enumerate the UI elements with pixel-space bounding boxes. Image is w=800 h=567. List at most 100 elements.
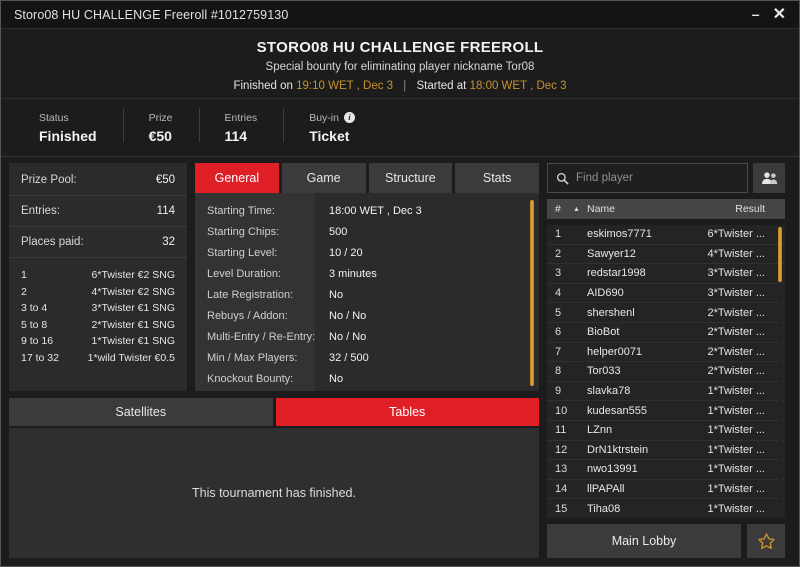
player-rank: 9	[555, 385, 562, 398]
player-name: llPAPAll	[587, 483, 625, 496]
player-rank: 3	[555, 267, 562, 280]
left-column: Prize Pool: €50 Entries: 114 Places paid…	[9, 163, 539, 558]
detail-scrollbar[interactable]	[530, 200, 534, 386]
title-bar: Storo08 HU CHALLENGE Freeroll #101275913…	[1, 1, 799, 29]
tournament-subtitle: Special bounty for eliminating player ni…	[265, 61, 535, 73]
player-result: 3*Twister ...	[707, 267, 765, 280]
stat-status-value: Finished	[39, 127, 97, 144]
player-rank: 6	[555, 326, 562, 339]
player-list-header: # ▲ Name Result	[547, 199, 785, 219]
bottom-block: Satellites Tables This tournament has fi…	[9, 398, 539, 558]
payout-prize: 2*Twister €1 SNG	[91, 318, 175, 331]
payout-row: 1 6*Twister €2 SNG	[21, 267, 175, 284]
table-row[interactable]: 9 slavka78 1*Twister ...	[547, 382, 785, 402]
detail-value: No / No	[329, 310, 367, 322]
top-row: Prize Pool: €50 Entries: 114 Places paid…	[9, 163, 539, 391]
payout-place: 17 to 32	[21, 351, 59, 364]
sort-ascending-icon[interactable]: ▲	[573, 206, 587, 213]
table-row[interactable]: 3 redstar1998 3*Twister ...	[547, 264, 785, 284]
table-row[interactable]: 13 nwo13991 1*Twister ...	[547, 460, 785, 480]
places-paid-value: 32	[162, 236, 175, 248]
player-list-scrollbar-thumb[interactable]	[778, 227, 782, 282]
player-panel: # ▲ Name Result 1 eskimos7771 6*Twister …	[547, 163, 785, 558]
payout-row: 17 to 32 1*wild Twister €0.5	[21, 350, 175, 367]
player-list-scrollbar[interactable]	[778, 227, 782, 516]
body-area: Prize Pool: €50 Entries: 114 Places paid…	[1, 157, 799, 566]
payout-prize: 6*Twister €2 SNG	[91, 269, 175, 281]
table-row[interactable]: 4 AID690 3*Twister ...	[547, 284, 785, 304]
tab-satellites[interactable]: Satellites	[9, 398, 273, 426]
tab-game[interactable]: Game	[281, 163, 366, 193]
player-rank: 8	[555, 365, 562, 378]
column-header-name[interactable]: Name	[587, 203, 699, 215]
player-name: nwo13991	[587, 463, 638, 476]
tab-general[interactable]: General	[195, 163, 279, 193]
table-row[interactable]: 15 Tiha08 1*Twister ...	[547, 499, 785, 518]
payout-place: 3 to 4	[21, 302, 48, 314]
table-row[interactable]: 2 Sawyer12 4*Twister ...	[547, 245, 785, 265]
tab-tables[interactable]: Tables	[275, 398, 539, 426]
payout-prize: 4*Twister €2 SNG	[91, 285, 175, 298]
table-row[interactable]: 14 llPAPAll 1*Twister ...	[547, 480, 785, 500]
detail-value: No	[329, 289, 344, 301]
table-row[interactable]: 10 kudesan555 1*Twister ...	[547, 401, 785, 421]
stat-buyin: Buy-in i Ticket	[283, 107, 381, 144]
table-row[interactable]: 5 shershenl 2*Twister ...	[547, 303, 785, 323]
detail-label: Late Registration:	[207, 289, 294, 301]
tournament-header: STORO08 HU CHALLENGE FREEROLL Special bo…	[1, 29, 799, 99]
detail-value: 10 / 20	[329, 247, 363, 259]
table-row[interactable]: 1 eskimos7771 6*Twister ...	[547, 225, 785, 245]
search-box[interactable]	[547, 163, 748, 193]
player-name: redstar1998	[587, 267, 646, 280]
table-row[interactable]: 8 Tor033 2*Twister ...	[547, 362, 785, 382]
detail-label: Min / Max Players:	[207, 352, 298, 364]
stat-prize-value: €50	[148, 127, 172, 144]
player-name: Sawyer12	[587, 247, 636, 260]
player-name: shershenl	[587, 306, 635, 319]
player-list: 1 eskimos7771 6*Twister ... 2 Sawyer12 4…	[547, 225, 785, 518]
player-rank: 5	[555, 306, 562, 319]
tab-structure[interactable]: Structure	[368, 163, 453, 193]
detail-value: 32 / 500	[329, 352, 369, 364]
player-result: 1*Twister ...	[707, 483, 765, 496]
player-name: DrN1ktrstein	[587, 443, 649, 456]
player-rank: 12	[555, 443, 568, 456]
players-list-button[interactable]	[753, 163, 785, 193]
favorite-button[interactable]	[747, 524, 785, 558]
status-strip: Status Finished Prize €50 Entries 114 Bu…	[1, 99, 799, 157]
table-row[interactable]: 11 LZnn 1*Twister ...	[547, 421, 785, 441]
player-result: 1*Twister ...	[707, 443, 765, 456]
player-result: 2*Twister ...	[707, 345, 765, 358]
column-header-result[interactable]: Result	[699, 203, 777, 215]
table-row[interactable]: 12 DrN1ktrstein 1*Twister ...	[547, 441, 785, 461]
table-row[interactable]: 7 helper0071 2*Twister ...	[547, 343, 785, 363]
search-row	[547, 163, 785, 193]
prize-pool-label: Prize Pool:	[21, 174, 77, 186]
window-title: Storo08 HU CHALLENGE Freeroll #101275913…	[14, 7, 289, 22]
tab-stats[interactable]: Stats	[455, 163, 539, 193]
detail-tabs: General Game Structure Stats	[195, 163, 539, 193]
player-name: Tiha08	[587, 502, 621, 515]
payout-row: 2 4*Twister €2 SNG	[21, 284, 175, 301]
detail-label: Rebuys / Addon:	[207, 310, 288, 322]
close-button[interactable]: ✕	[773, 6, 786, 23]
stat-status: Status Finished	[29, 112, 123, 144]
column-header-number[interactable]: #	[555, 203, 573, 215]
stat-prize-label: Prize	[148, 111, 173, 124]
search-input[interactable]	[576, 172, 739, 184]
tournament-lobby-window: Storo08 HU CHALLENGE Freeroll #101275913…	[0, 0, 800, 567]
detail-body: Starting Time: Starting Chips: Starting …	[195, 193, 539, 391]
payout-row: 9 to 16 1*Twister €1 SNG	[21, 333, 175, 350]
payout-row: 3 to 4 3*Twister €1 SNG	[21, 300, 175, 317]
player-result: 6*Twister ...	[707, 228, 765, 241]
payout-place: 2	[21, 285, 27, 298]
stat-entries-label: Entries	[224, 111, 258, 124]
payout-place: 9 to 16	[21, 335, 54, 347]
entries-label: Entries:	[21, 205, 60, 217]
minimize-button[interactable]: –	[752, 7, 760, 21]
player-name: AID690	[587, 287, 624, 300]
main-lobby-button[interactable]: Main Lobby	[547, 524, 741, 558]
info-icon[interactable]: i	[343, 112, 355, 123]
table-row[interactable]: 6 BioBot 2*Twister ...	[547, 323, 785, 343]
detail-scrollbar-thumb[interactable]	[530, 200, 534, 386]
